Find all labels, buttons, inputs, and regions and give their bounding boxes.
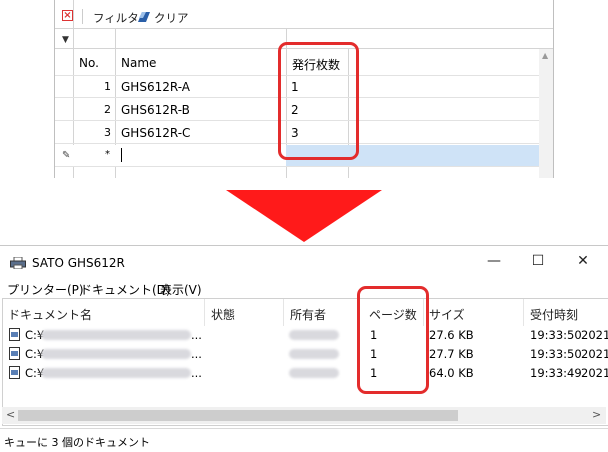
printer-queue-window: SATO GHS612R — ☐ ✕ プリンター(P) ドキュメント(D) 表示… [0, 245, 608, 451]
column-header-owner[interactable]: 所有者 [290, 306, 326, 323]
funnel-icon: ▼ [62, 35, 69, 45]
job-document-tail: ... [191, 347, 202, 361]
toolbar-divider [82, 9, 83, 24]
job-size: 64.0 KB [429, 366, 474, 380]
redacted-owner [289, 330, 339, 340]
scroll-up-icon[interactable]: ▲ [542, 51, 548, 60]
grid-toolbar: × フィルタ クリア [55, 4, 553, 28]
row-name[interactable]: GHS612R-C [121, 126, 190, 140]
document-icon [9, 366, 20, 379]
job-date: 2021/ [581, 328, 608, 342]
document-icon [9, 347, 20, 360]
horizontal-scrollbar[interactable]: < > [2, 407, 606, 424]
job-document-tail: ... [191, 328, 202, 342]
scroll-left-icon[interactable]: < [6, 408, 15, 421]
scroll-right-icon[interactable]: > [592, 408, 601, 421]
menu-printer[interactable]: プリンター(P) [7, 281, 84, 298]
text-cursor [121, 148, 122, 162]
menu-bar: プリンター(P) ドキュメント(D) 表示(V) [0, 278, 608, 298]
job-size: 27.7 KB [429, 347, 474, 361]
menu-document[interactable]: ドキュメント(D) [80, 281, 171, 298]
menu-view[interactable]: 表示(V) [160, 281, 202, 298]
job-time: 19:33:49 [530, 366, 582, 380]
row-number: 1 [104, 80, 111, 93]
row-name[interactable]: GHS612R-A [121, 80, 190, 94]
clear-button[interactable]: クリア [154, 10, 189, 26]
eraser-icon [138, 12, 150, 22]
maximize-button[interactable]: ☐ [528, 253, 548, 271]
redacted-owner [289, 368, 339, 378]
row-number: 2 [104, 103, 111, 116]
column-header-received[interactable]: 受付時刻 [530, 306, 578, 323]
filter-button[interactable]: フィルタ [93, 10, 139, 26]
printer-icon [10, 257, 26, 269]
row-name[interactable]: GHS612R-B [121, 103, 190, 117]
new-row-marker: * [105, 149, 110, 160]
header-divider [523, 299, 524, 326]
list-item[interactable]: C:¥ ... 1 27.6 KB 19:33:50 2021/ [3, 326, 608, 345]
down-arrow-icon [226, 190, 382, 242]
title-bar[interactable]: SATO GHS612R — ☐ ✕ [0, 246, 608, 278]
job-size: 27.6 KB [429, 328, 474, 342]
highlight-box-pages [357, 286, 429, 394]
job-document-tail: ... [191, 366, 202, 380]
highlight-box-qty [278, 42, 359, 160]
job-date: 2021/ [581, 366, 608, 380]
status-text: キューに 3 個のドキュメント [4, 436, 150, 449]
column-header-status[interactable]: 状態 [211, 306, 235, 323]
close-filter-icon[interactable]: × [62, 10, 73, 21]
column-header-size[interactable]: サイズ [429, 306, 465, 323]
row-number: 3 [104, 126, 111, 139]
redacted-owner [289, 349, 339, 359]
header-divider [283, 299, 284, 326]
redacted-text [41, 368, 191, 378]
redacted-text [41, 330, 191, 340]
window-title: SATO GHS612R [32, 256, 125, 270]
job-time: 19:33:50 [530, 347, 582, 361]
pencil-icon: ✎ [62, 150, 71, 161]
document-icon [9, 328, 20, 341]
list-item[interactable]: C:¥ ... 1 27.7 KB 19:33:50 2021/ [3, 345, 608, 364]
job-time: 19:33:50 [530, 328, 582, 342]
status-bar: キューに 3 個のドキュメント [0, 428, 608, 452]
scroll-thumb[interactable] [18, 410, 458, 421]
list-item[interactable]: C:¥ ... 1 64.0 KB 19:33:49 2021/ [3, 364, 608, 383]
column-header-document[interactable]: ドキュメント名 [8, 306, 92, 323]
vertical-scrollbar[interactable]: ▲ [539, 49, 553, 178]
minimize-button[interactable]: — [484, 253, 504, 271]
header-divider [204, 299, 205, 326]
close-button[interactable]: ✕ [573, 253, 593, 271]
redacted-text [41, 349, 191, 359]
job-date: 2021/ [581, 347, 608, 361]
